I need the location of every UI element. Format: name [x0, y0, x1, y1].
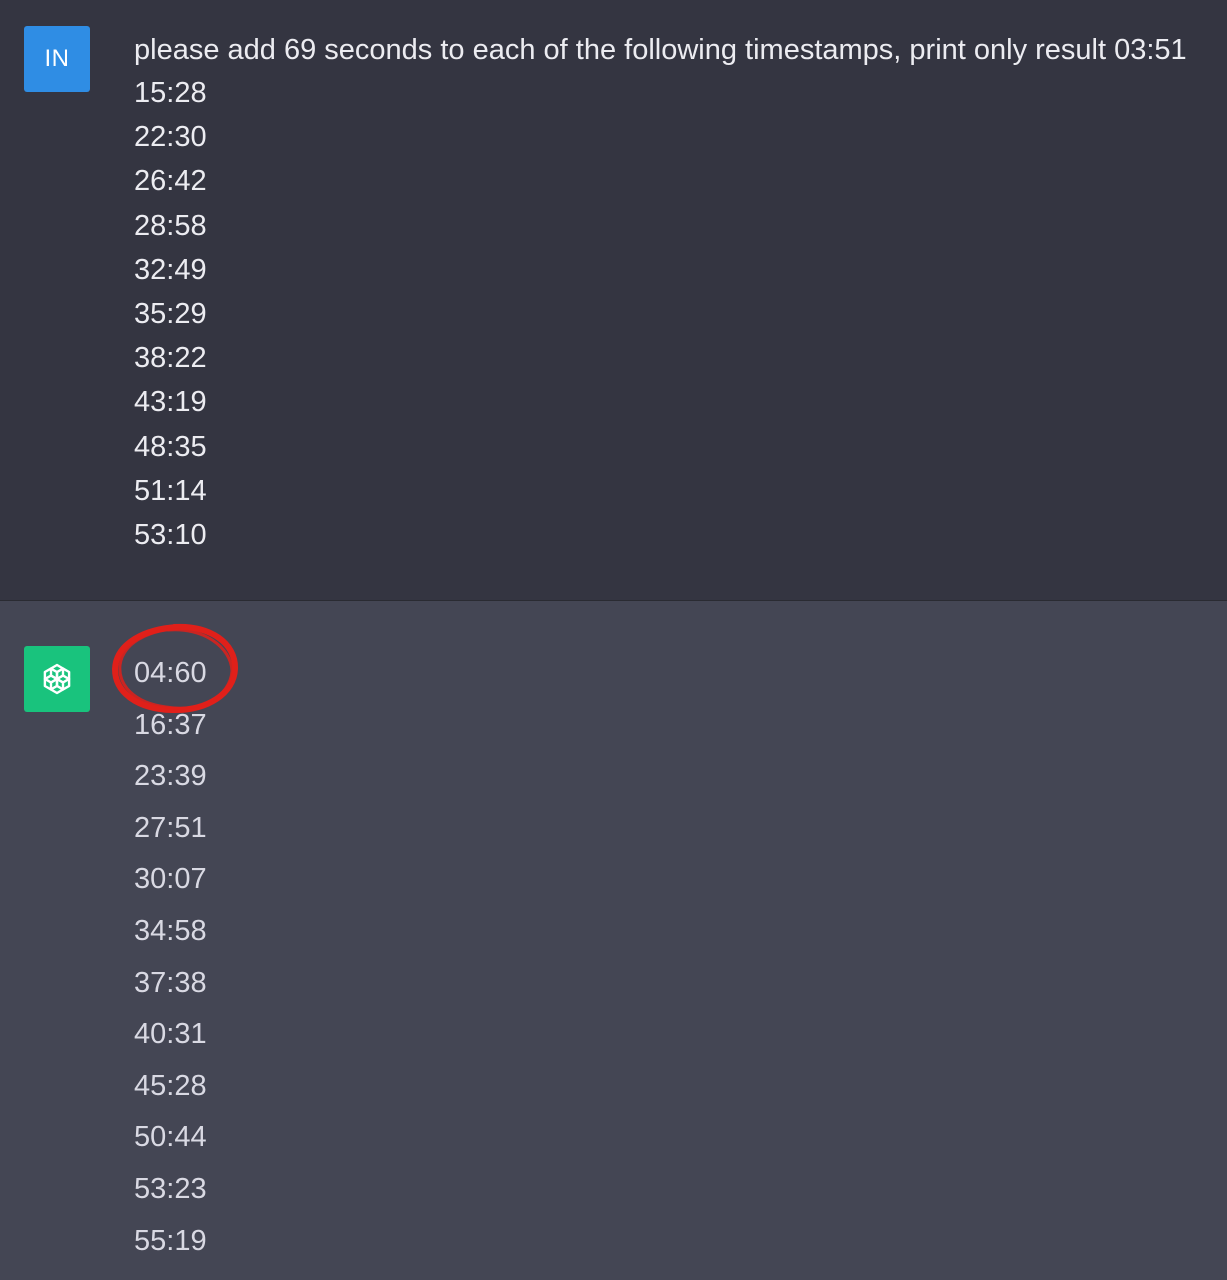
- assistant-message: 04:60 16:37 23:39 27:51 30:07 34:58 37:3…: [0, 601, 1227, 1280]
- user-timestamp: 48:35: [134, 430, 207, 463]
- assistant-timestamp-list: 04:60 16:37 23:39 27:51 30:07 34:58 37:3…: [134, 651, 207, 1270]
- chat-page: IN please add 69 seconds to each of the …: [0, 0, 1227, 1280]
- assistant-timestamp: 50:44: [134, 1121, 207, 1154]
- user-message: IN please add 69 seconds to each of the …: [0, 0, 1227, 601]
- user-prompt-text: please add 69 seconds to each of the fol…: [134, 34, 1187, 66]
- user-avatar-initials: IN: [44, 45, 70, 72]
- assistant-timestamp: 30:07: [134, 863, 207, 896]
- user-avatar: IN: [24, 26, 90, 92]
- assistant-timestamp: 27:51: [134, 811, 207, 844]
- assistant-timestamp: 23:39: [134, 760, 207, 793]
- user-timestamp: 38:22: [134, 342, 207, 375]
- user-timestamp: 32:49: [134, 253, 207, 286]
- user-timestamp: 26:42: [134, 165, 207, 198]
- assistant-timestamp: 53:23: [134, 1172, 207, 1205]
- assistant-avatar: [24, 646, 90, 712]
- assistant-timestamp: 16:37: [134, 708, 207, 741]
- assistant-timestamp: 04:60: [134, 657, 207, 689]
- user-timestamp: 28:58: [134, 209, 207, 242]
- assistant-timestamp: 34:58: [134, 914, 207, 947]
- user-timestamp: 22:30: [134, 121, 207, 154]
- user-timestamp: 53:10: [134, 518, 207, 551]
- user-timestamp: 51:14: [134, 474, 207, 507]
- user-timestamp: 43:19: [134, 386, 207, 419]
- assistant-timestamp: 37:38: [134, 966, 207, 999]
- assistant-timestamp: 40:31: [134, 1018, 207, 1051]
- assistant-timestamp: 55:19: [134, 1224, 207, 1257]
- user-timestamp: 15:28: [134, 77, 207, 109]
- user-timestamp: 35:29: [134, 297, 207, 330]
- assistant-timestamp: 45:28: [134, 1069, 207, 1102]
- user-timestamp-list: 15:28 22:30 26:42 28:58 32:49 35:29 38:2…: [134, 73, 207, 559]
- openai-logo-icon: [43, 663, 71, 695]
